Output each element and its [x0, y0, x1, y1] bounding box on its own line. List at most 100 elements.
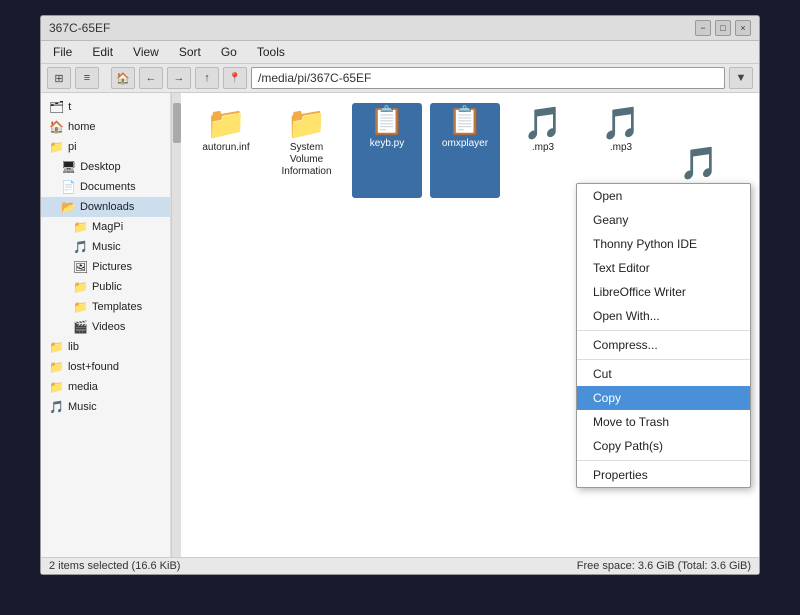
sidebar-item-videos[interactable]: 🎬 Videos — [41, 317, 170, 337]
sidebar-t-label: t — [68, 101, 71, 113]
window-title: 367C-65EF — [49, 21, 110, 35]
sidebar-public-label: Public — [92, 281, 122, 293]
menu-file[interactable]: File — [49, 43, 76, 61]
sidebar-item-pictures[interactable]: 🖼 Pictures — [41, 257, 170, 277]
sidebar-lib-icon: 📁 — [49, 340, 64, 354]
sidebar-scrollbar-thumb[interactable] — [173, 103, 181, 143]
main-pane: 📁 autorun.inf 📁 System Volume Informatio… — [181, 93, 759, 557]
back-button[interactable]: ← — [139, 67, 163, 89]
sidebar-lostfound-label: lost+found — [68, 361, 119, 373]
sidebar-videos-icon: 🎬 — [73, 320, 88, 334]
title-bar: 367C-65EF − □ × — [41, 16, 759, 41]
sidebar-music2-icon: 🎵 — [49, 400, 64, 414]
forward-button[interactable]: → — [167, 67, 191, 89]
sidebar-item-home[interactable]: 🏠 home — [41, 117, 170, 137]
sidebar-documents-label: Documents — [80, 181, 136, 193]
sidebar-lostfound-icon: 📁 — [49, 360, 64, 374]
menu-go[interactable]: Go — [217, 43, 241, 61]
file-system-volume[interactable]: 📁 System Volume Information — [269, 103, 344, 198]
sidebar-templates-icon: 📁 — [73, 300, 88, 314]
song3-icon: 🎵 — [679, 147, 719, 179]
menu-view[interactable]: View — [129, 43, 163, 61]
menu-sort[interactable]: Sort — [175, 43, 205, 61]
sidebar-item-music[interactable]: 🎵 Music — [41, 237, 170, 257]
sidebar-item-documents[interactable]: 📄 Documents — [41, 177, 170, 197]
sidebar-downloads-label: Downloads — [80, 201, 134, 213]
folder-icon: 📁 — [287, 107, 327, 139]
ctx-sep-1 — [577, 330, 750, 331]
menu-tools[interactable]: Tools — [253, 43, 289, 61]
ctx-properties[interactable]: Properties — [577, 463, 750, 487]
sidebar-item-music2[interactable]: 🎵 Music — [41, 397, 170, 417]
file-mp3b-label: .mp3 — [610, 142, 632, 154]
ctx-open[interactable]: Open — [577, 184, 750, 208]
window-controls: − □ × — [695, 20, 751, 36]
sidebar-lib-label: lib — [68, 341, 79, 353]
toolbar: ⊞ ≡ 🏠 ← → ↑ 📍 /media/pi/367C-65EF ▼ — [41, 64, 759, 93]
file-autorun[interactable]: 📁 autorun.inf — [191, 103, 261, 198]
menu-bar: File Edit View Sort Go Tools — [41, 41, 759, 64]
ctx-move-trash[interactable]: Move to Trash — [577, 410, 750, 434]
sidebar-item-lib[interactable]: 📁 lib — [41, 337, 170, 357]
sidebar-magpi-icon: 📁 — [73, 220, 88, 234]
ctx-copy-path[interactable]: Copy Path(s) — [577, 434, 750, 458]
sidebar-item-lostfound[interactable]: 📁 lost+found — [41, 357, 170, 377]
file-omxplayer[interactable]: 📋 omxplayer — [430, 103, 500, 198]
sidebar-home-label: home — [68, 121, 96, 133]
sidebar-magpi-label: MagPi — [92, 221, 123, 233]
sidebar-scrollbar[interactable] — [171, 93, 181, 557]
sidebar-media-label: media — [68, 381, 98, 393]
ctx-text-editor[interactable]: Text Editor — [577, 256, 750, 280]
sidebar-t-icon: 🗂 — [49, 100, 64, 114]
ctx-compress[interactable]: Compress... — [577, 333, 750, 357]
ctx-copy[interactable]: Copy — [577, 386, 750, 410]
sidebar-item-pi[interactable]: 📁 pi — [41, 137, 170, 157]
ctx-cut[interactable]: Cut — [577, 362, 750, 386]
sidebar-item-magpi[interactable]: 📁 MagPi — [41, 217, 170, 237]
file-manager-window: 367C-65EF − □ × File Edit View Sort Go T… — [40, 15, 760, 575]
sidebar-videos-label: Videos — [92, 321, 125, 333]
ctx-sep-2 — [577, 359, 750, 360]
ctx-thonny[interactable]: Thonny Python IDE — [577, 232, 750, 256]
file-keyb-label: keyb.py — [370, 138, 404, 150]
sidebar-downloads-icon: 📂 — [61, 200, 76, 214]
sidebar-item-templates[interactable]: 📁 Templates — [41, 297, 170, 317]
ctx-geany[interactable]: Geany — [577, 208, 750, 232]
location-icon: 📍 — [223, 67, 247, 89]
address-text: /media/pi/367C-65EF — [258, 71, 371, 85]
minimize-button[interactable]: − — [695, 20, 711, 36]
status-right: Free space: 3.6 GiB (Total: 3.6 GiB) — [577, 560, 751, 572]
folder-icon: 📁 — [206, 107, 246, 139]
music-icon-2: 🎵 — [601, 107, 641, 139]
home-button[interactable]: 🏠 — [111, 67, 135, 89]
sidebar-item-desktop[interactable]: 🖥 Desktop — [41, 157, 170, 177]
icon-grid-button[interactable]: ⊞ — [47, 67, 71, 89]
file-mp3a-label: .mp3 — [532, 142, 554, 154]
sidebar-public-icon: 📁 — [73, 280, 88, 294]
sidebar-item-downloads[interactable]: 📂 Downloads — [41, 197, 170, 217]
sidebar-media-icon: 📁 — [49, 380, 64, 394]
sidebar-item-t[interactable]: 🗂 t — [41, 97, 170, 117]
file-system-volume-label: System Volume Information — [273, 142, 340, 178]
address-bar[interactable]: /media/pi/367C-65EF — [251, 67, 725, 89]
ctx-open-with[interactable]: Open With... — [577, 304, 750, 328]
sidebar-music-label: Music — [92, 241, 121, 253]
file-mp3a[interactable]: 🎵 .mp3 — [508, 103, 578, 198]
status-bar: 2 items selected (16.6 KiB) Free space: … — [41, 557, 759, 574]
file-keyb[interactable]: 📋 keyb.py — [352, 103, 422, 198]
menu-edit[interactable]: Edit — [88, 43, 117, 61]
sidebar-item-public[interactable]: 📁 Public — [41, 277, 170, 297]
file-autorun-label: autorun.inf — [202, 142, 249, 154]
sidebar-home-icon: 🏠 — [49, 120, 64, 134]
sidebar-desktop-label: Desktop — [80, 161, 120, 173]
address-dropdown-button[interactable]: ▼ — [729, 67, 753, 89]
sidebar-item-media[interactable]: 📁 media — [41, 377, 170, 397]
up-button[interactable]: ↑ — [195, 67, 219, 89]
maximize-button[interactable]: □ — [715, 20, 731, 36]
sidebar-pictures-label: Pictures — [92, 261, 132, 273]
list-view-button[interactable]: ≡ — [75, 67, 99, 89]
ctx-libreoffice[interactable]: LibreOffice Writer — [577, 280, 750, 304]
sidebar-templates-label: Templates — [92, 301, 142, 313]
content-area: 🗂 t 🏠 home 📁 pi 🖥 Desktop 📄 Documents 📂 — [41, 93, 759, 557]
close-button[interactable]: × — [735, 20, 751, 36]
